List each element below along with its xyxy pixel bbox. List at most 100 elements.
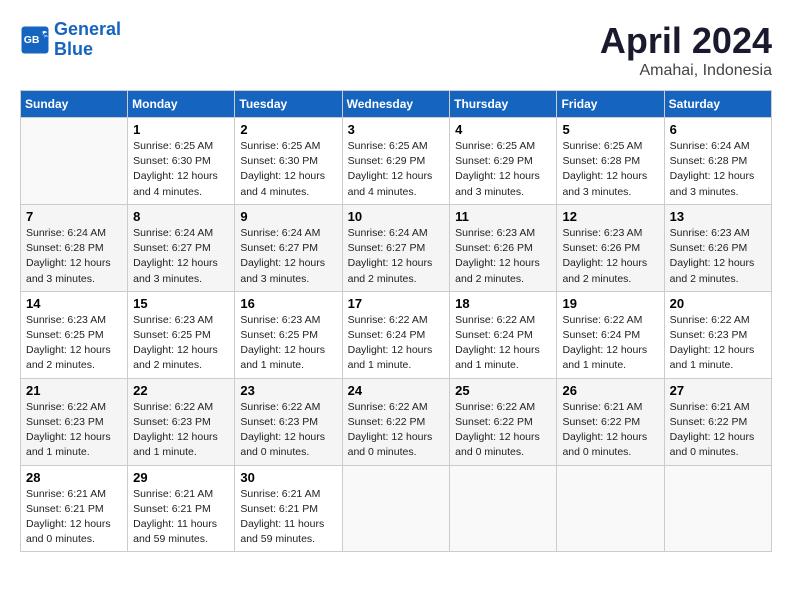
day-number: 11 (455, 209, 551, 224)
col-sunday: Sunday (21, 91, 128, 118)
day-number: 27 (670, 383, 766, 398)
day-cell: 10 Sunrise: 6:24 AMSunset: 6:27 PMDayligh… (342, 204, 450, 291)
day-number: 8 (133, 209, 229, 224)
day-number: 18 (455, 296, 551, 311)
day-number: 14 (26, 296, 122, 311)
day-info: Sunrise: 6:22 AMSunset: 6:23 PMDaylight:… (670, 313, 766, 374)
day-number: 6 (670, 122, 766, 137)
day-cell: 15 Sunrise: 6:23 AMSunset: 6:25 PMDayligh… (128, 291, 235, 378)
week-row-5: 28 Sunrise: 6:21 AMSunset: 6:21 PMDayligh… (21, 465, 772, 552)
day-cell: 9 Sunrise: 6:24 AMSunset: 6:27 PMDaylight… (235, 204, 342, 291)
day-number: 7 (26, 209, 122, 224)
day-info: Sunrise: 6:22 AMSunset: 6:24 PMDaylight:… (348, 313, 445, 374)
day-info: Sunrise: 6:25 AMSunset: 6:30 PMDaylight:… (240, 139, 336, 200)
day-cell: 28 Sunrise: 6:21 AMSunset: 6:21 PMDayligh… (21, 465, 128, 552)
day-number: 25 (455, 383, 551, 398)
day-info: Sunrise: 6:22 AMSunset: 6:23 PMDaylight:… (133, 400, 229, 461)
day-cell: 14 Sunrise: 6:23 AMSunset: 6:25 PMDayligh… (21, 291, 128, 378)
day-info: Sunrise: 6:24 AMSunset: 6:28 PMDaylight:… (670, 139, 766, 200)
col-tuesday: Tuesday (235, 91, 342, 118)
day-cell: 1Sunrise: 6:25 AMSunset: 6:30 PMDaylight… (128, 118, 235, 205)
day-number: 26 (562, 383, 658, 398)
month-title: April 2024 (600, 20, 772, 62)
col-thursday: Thursday (450, 91, 557, 118)
day-info: Sunrise: 6:23 AMSunset: 6:26 PMDaylight:… (562, 226, 658, 287)
week-row-4: 21 Sunrise: 6:22 AMSunset: 6:23 PMDayligh… (21, 378, 772, 465)
day-cell: 23Sunrise: 6:22 AMSunset: 6:23 PMDayligh… (235, 378, 342, 465)
day-cell (557, 465, 664, 552)
logo-text: General Blue (54, 20, 121, 60)
day-info: Sunrise: 6:22 AMSunset: 6:22 PMDaylight:… (455, 400, 551, 461)
day-info: Sunrise: 6:23 AMSunset: 6:25 PMDaylight:… (133, 313, 229, 374)
day-cell (21, 118, 128, 205)
logo-line1: General (54, 19, 121, 39)
day-info: Sunrise: 6:25 AMSunset: 6:29 PMDaylight:… (348, 139, 445, 200)
day-cell: 30 Sunrise: 6:21 AMSunset: 6:21 PMDayligh… (235, 465, 342, 552)
day-cell: 3 Sunrise: 6:25 AMSunset: 6:29 PMDaylight… (342, 118, 450, 205)
day-info: Sunrise: 6:21 AMSunset: 6:22 PMDaylight:… (562, 400, 658, 461)
day-cell: 8 Sunrise: 6:24 AMSunset: 6:27 PMDaylight… (128, 204, 235, 291)
day-cell: 16Sunrise: 6:23 AMSunset: 6:25 PMDayligh… (235, 291, 342, 378)
day-info: Sunrise: 6:23 AMSunset: 6:26 PMDaylight:… (670, 226, 766, 287)
day-cell: 2 Sunrise: 6:25 AMSunset: 6:30 PMDaylight… (235, 118, 342, 205)
day-number: 2 (240, 122, 336, 137)
day-cell: 7 Sunrise: 6:24 AMSunset: 6:28 PMDaylight… (21, 204, 128, 291)
day-number: 29 (133, 470, 229, 485)
day-number: 4 (455, 122, 551, 137)
day-number: 10 (348, 209, 445, 224)
col-saturday: Saturday (664, 91, 771, 118)
day-number: 17 (348, 296, 445, 311)
day-number: 22 (133, 383, 229, 398)
day-cell: 11 Sunrise: 6:23 AMSunset: 6:26 PMDayligh… (450, 204, 557, 291)
day-cell: 19Sunrise: 6:22 AMSunset: 6:24 PMDayligh… (557, 291, 664, 378)
day-cell: 13Sunrise: 6:23 AMSunset: 6:26 PMDayligh… (664, 204, 771, 291)
day-info: Sunrise: 6:23 AMSunset: 6:25 PMDaylight:… (240, 313, 336, 374)
day-info: Sunrise: 6:24 AMSunset: 6:27 PMDaylight:… (240, 226, 336, 287)
day-cell (450, 465, 557, 552)
day-info: Sunrise: 6:22 AMSunset: 6:23 PMDaylight:… (240, 400, 336, 461)
day-info: Sunrise: 6:21 AMSunset: 6:21 PMDaylight:… (240, 487, 336, 548)
day-cell: 27Sunrise: 6:21 AMSunset: 6:22 PMDayligh… (664, 378, 771, 465)
day-cell: 18Sunrise: 6:22 AMSunset: 6:24 PMDayligh… (450, 291, 557, 378)
week-row-2: 7 Sunrise: 6:24 AMSunset: 6:28 PMDaylight… (21, 204, 772, 291)
day-info: Sunrise: 6:23 AMSunset: 6:26 PMDaylight:… (455, 226, 551, 287)
day-info: Sunrise: 6:25 AMSunset: 6:29 PMDaylight:… (455, 139, 551, 200)
calendar-header-row: Sunday Monday Tuesday Wednesday Thursday… (21, 91, 772, 118)
day-number: 28 (26, 470, 122, 485)
day-info: Sunrise: 6:23 AMSunset: 6:25 PMDaylight:… (26, 313, 122, 374)
col-friday: Friday (557, 91, 664, 118)
day-number: 5 (562, 122, 658, 137)
day-cell: 26 Sunrise: 6:21 AMSunset: 6:22 PMDayligh… (557, 378, 664, 465)
day-cell: 12Sunrise: 6:23 AMSunset: 6:26 PMDayligh… (557, 204, 664, 291)
day-number: 30 (240, 470, 336, 485)
logo-line2: Blue (54, 39, 93, 59)
day-info: Sunrise: 6:22 AMSunset: 6:22 PMDaylight:… (348, 400, 445, 461)
title-block: April 2024 Amahai, Indonesia (600, 20, 772, 80)
page-header: GB General Blue April 2024 Amahai, Indon… (20, 20, 772, 80)
day-number: 24 (348, 383, 445, 398)
day-cell: 25 Sunrise: 6:22 AMSunset: 6:22 PMDayligh… (450, 378, 557, 465)
day-number: 3 (348, 122, 445, 137)
day-info: Sunrise: 6:22 AMSunset: 6:24 PMDaylight:… (562, 313, 658, 374)
col-wednesday: Wednesday (342, 91, 450, 118)
day-info: Sunrise: 6:24 AMSunset: 6:27 PMDaylight:… (348, 226, 445, 287)
logo-icon: GB (20, 25, 50, 55)
day-cell: 17 Sunrise: 6:22 AMSunset: 6:24 PMDayligh… (342, 291, 450, 378)
day-info: Sunrise: 6:21 AMSunset: 6:21 PMDaylight:… (26, 487, 122, 548)
day-cell: 20Sunrise: 6:22 AMSunset: 6:23 PMDayligh… (664, 291, 771, 378)
svg-text:GB: GB (24, 34, 40, 46)
calendar-table: Sunday Monday Tuesday Wednesday Thursday… (20, 90, 772, 552)
day-info: Sunrise: 6:24 AMSunset: 6:27 PMDaylight:… (133, 226, 229, 287)
day-cell: 5 Sunrise: 6:25 AMSunset: 6:28 PMDaylight… (557, 118, 664, 205)
day-cell: 4 Sunrise: 6:25 AMSunset: 6:29 PMDaylight… (450, 118, 557, 205)
day-cell: 22 Sunrise: 6:22 AMSunset: 6:23 PMDayligh… (128, 378, 235, 465)
day-number: 9 (240, 209, 336, 224)
day-cell (664, 465, 771, 552)
day-number: 15 (133, 296, 229, 311)
col-monday: Monday (128, 91, 235, 118)
location-title: Amahai, Indonesia (600, 62, 772, 80)
day-info: Sunrise: 6:24 AMSunset: 6:28 PMDaylight:… (26, 226, 122, 287)
day-cell: 6 Sunrise: 6:24 AMSunset: 6:28 PMDaylight… (664, 118, 771, 205)
day-info: Sunrise: 6:25 AMSunset: 6:28 PMDaylight:… (562, 139, 658, 200)
day-number: 21 (26, 383, 122, 398)
